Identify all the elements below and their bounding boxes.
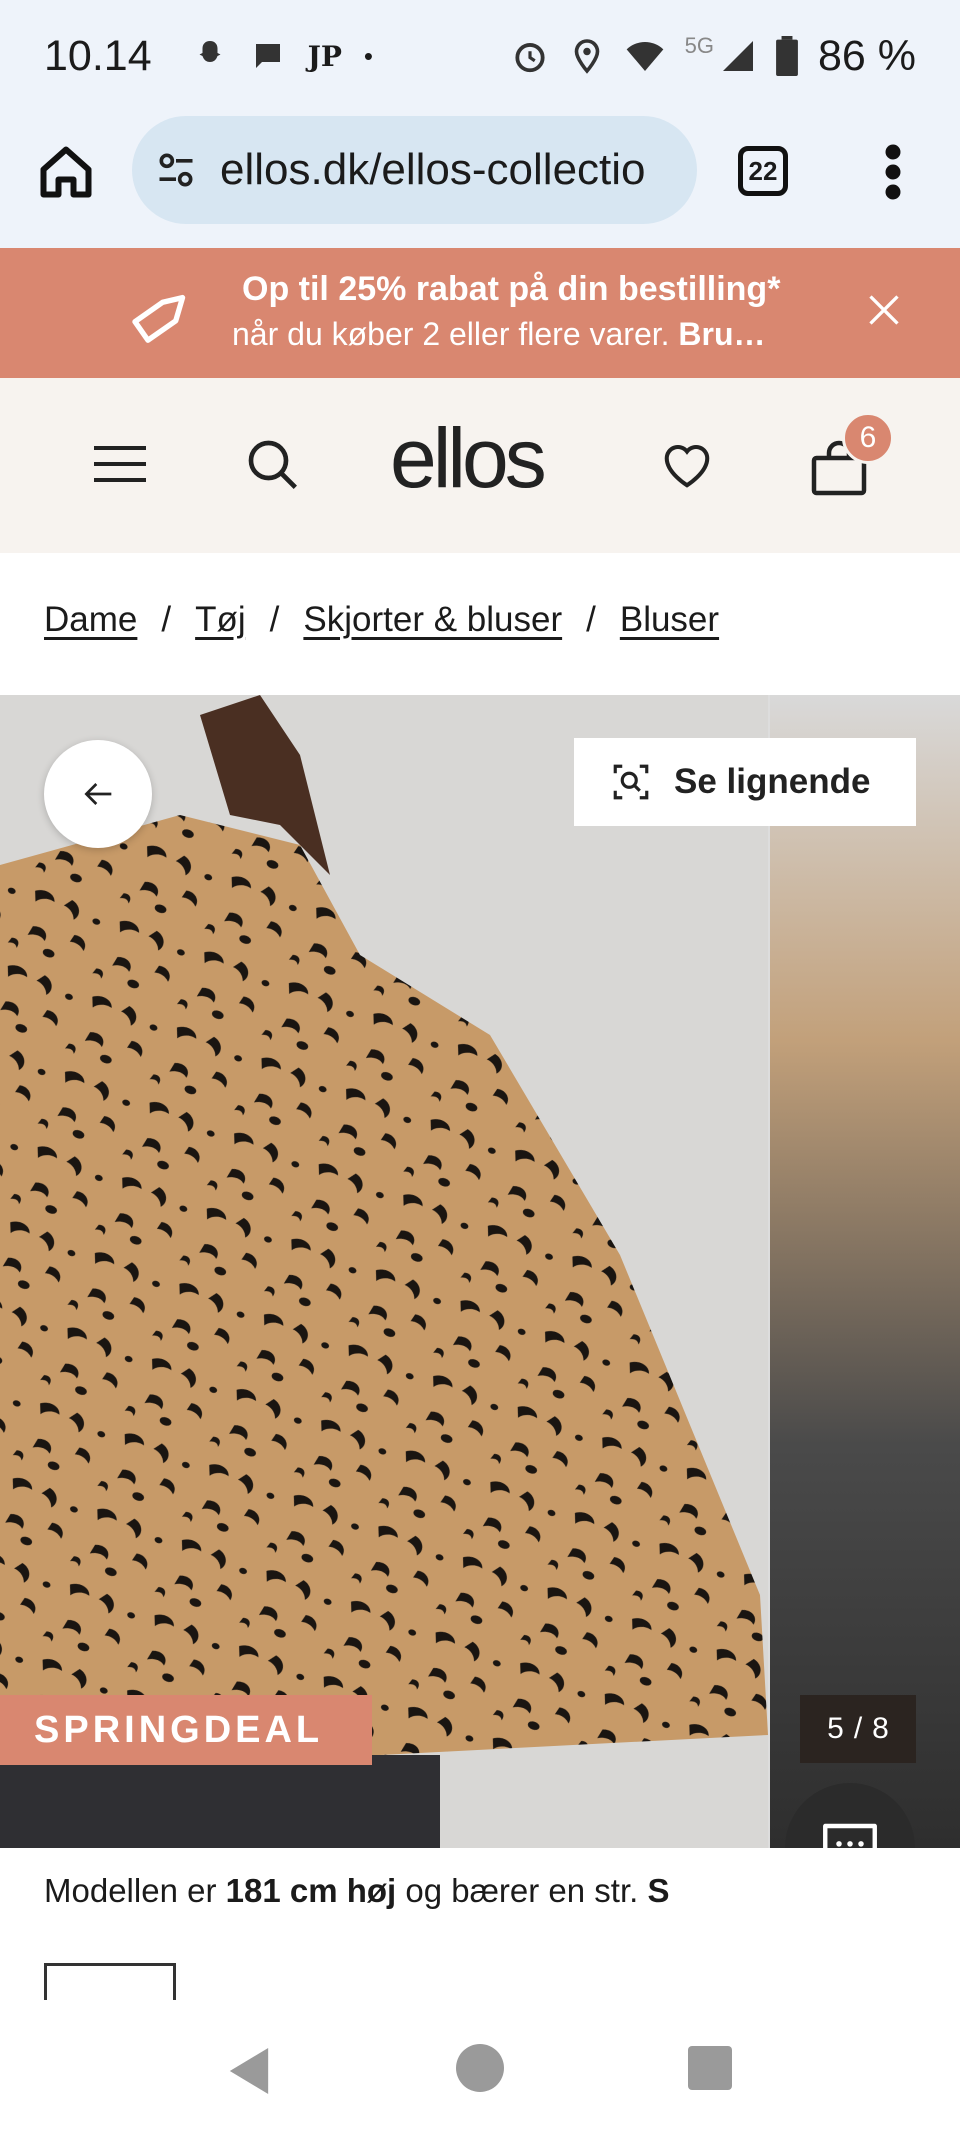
see-similar-label: Se lignende — [674, 762, 871, 801]
current-image: 5 — [827, 1712, 844, 1745]
promo-headline: Op til 25% rabat på din bestilling* — [242, 270, 781, 308]
battery-icon — [776, 36, 798, 76]
signal-icon — [722, 41, 753, 71]
breadcrumb: Dame / Tøj / Skjorter & bluser / Bluser — [44, 600, 719, 640]
alarm-icon — [515, 43, 545, 73]
previous-image-button[interactable] — [44, 740, 152, 848]
cart-count-badge: 6 — [842, 412, 894, 464]
leopard-print-image — [0, 695, 768, 1848]
total-images: 8 — [872, 1712, 889, 1745]
recent-apps-icon[interactable] — [688, 2046, 732, 2090]
breadcrumb-skjorter-bluser[interactable]: Skjorter & bluser — [303, 600, 562, 640]
counter-separator: / — [853, 1712, 863, 1745]
snapchat-icon — [199, 41, 221, 62]
breadcrumb-bluser[interactable]: Bluser — [620, 600, 719, 640]
close-icon[interactable] — [866, 292, 902, 328]
battery-level: 86 % — [817, 31, 916, 80]
wifi-icon — [626, 42, 663, 71]
search-icon[interactable] — [244, 436, 300, 492]
image-counter: 5 / 8 — [800, 1695, 916, 1763]
back-icon[interactable] — [226, 2046, 272, 2096]
promo-banner[interactable]: Op til 25% rabat på din bestilling* når … — [0, 248, 960, 378]
more-menu-icon[interactable] — [880, 142, 906, 202]
chat-icon — [823, 1823, 877, 1848]
site-header: ellos 6 — [0, 378, 960, 553]
arrow-left-icon — [84, 783, 112, 805]
location-icon — [574, 39, 599, 74]
dot-icon: • — [363, 40, 374, 71]
menu-icon[interactable] — [94, 444, 146, 484]
product-gallery[interactable]: SPRINGDEAL Se lignende 5 / 8 — [0, 695, 960, 1848]
system-navigation-bar — [0, 2000, 960, 2133]
next-product-image[interactable] — [770, 695, 960, 1848]
product-image[interactable]: SPRINGDEAL — [0, 695, 768, 1848]
breadcrumb-separator: / — [586, 600, 596, 639]
browser-toolbar: ellos.dk/ellos-collectio 22 — [0, 112, 960, 248]
promo-subline: når du køber 2 eller flere varer. Bru… — [232, 316, 766, 352]
network-label: 5G — [684, 33, 714, 58]
color-swatch[interactable] — [44, 1963, 176, 2003]
home-circle-icon[interactable] — [456, 2044, 504, 2092]
heart-icon[interactable] — [660, 438, 714, 492]
system-icons: 5G 86 % — [511, 32, 916, 81]
visual-search-icon — [613, 764, 649, 800]
breadcrumb-dame[interactable]: Dame — [44, 600, 137, 640]
status-time: 10.14 — [44, 31, 152, 80]
notification-jp: JP — [307, 39, 342, 73]
promo-read-more[interactable]: Bru… — [678, 316, 765, 352]
tag-icon — [132, 294, 186, 343]
see-similar-button[interactable]: Se lignende — [574, 738, 916, 826]
model-size: S — [647, 1872, 670, 1909]
home-icon[interactable] — [36, 142, 96, 202]
chat-bubble-icon — [255, 44, 280, 68]
notification-icons: JP • — [192, 38, 373, 74]
address-bar[interactable]: ellos.dk/ellos-collectio — [132, 116, 697, 224]
site-settings-icon[interactable] — [154, 148, 198, 192]
ellos-logo[interactable]: ellos — [390, 410, 547, 507]
breadcrumb-separator: / — [161, 600, 172, 639]
breadcrumb-toj[interactable]: Tøj — [195, 600, 246, 640]
model-info: Modellen er 181 cm høj og bærer en str. … — [44, 1872, 670, 1909]
status-bar: 10.14 JP • 5G 86 % — [0, 0, 960, 112]
url-text: ellos.dk/ellos-collectio — [220, 145, 646, 194]
tabs-button[interactable]: 22 — [738, 146, 788, 196]
springdeal-badge: SPRINGDEAL — [0, 1695, 372, 1765]
model-height: 181 cm høj — [225, 1872, 397, 1909]
breadcrumb-separator: / — [269, 600, 280, 639]
